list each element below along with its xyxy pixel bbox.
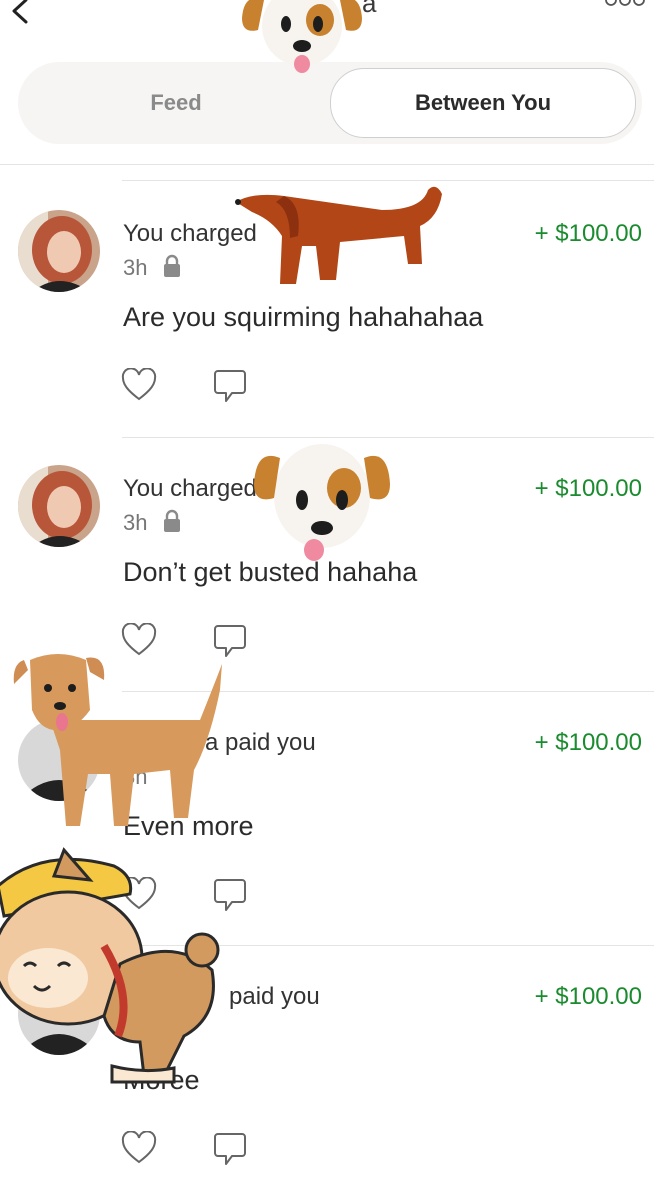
back-arrow-icon[interactable] — [6, 0, 36, 26]
page-title: a — [362, 0, 377, 18]
item-action: You charged — [123, 475, 257, 502]
tan-dog-sticker — [13, 654, 222, 826]
item-amount: + $100.00 — [534, 475, 642, 502]
avatar[interactable] — [18, 210, 100, 292]
avatar[interactable] — [18, 465, 100, 547]
lock-icon — [164, 254, 180, 277]
more-icon[interactable] — [604, 0, 646, 10]
item-time: 3h — [123, 255, 148, 280]
heart-icon[interactable] — [121, 368, 157, 402]
item-amount: + $100.00 — [534, 983, 642, 1010]
comment-icon[interactable] — [212, 368, 248, 404]
dachshund-sticker — [235, 186, 442, 284]
lock-icon — [164, 509, 180, 532]
item-note: Are you squirming hahahahaa — [123, 302, 484, 332]
cartoon-puppy-sticker — [0, 847, 220, 1084]
item-action: paid you — [229, 983, 320, 1010]
comment-icon[interactable] — [212, 1131, 248, 1167]
divider — [122, 437, 654, 438]
item-amount: + $100.00 — [534, 729, 642, 756]
heart-icon[interactable] — [121, 1131, 157, 1165]
dog-face-sticker — [242, 0, 362, 73]
divider — [0, 164, 654, 165]
tab-between-you[interactable]: Between You — [330, 68, 636, 138]
item-time: 3h — [123, 510, 148, 535]
dog-face-sticker — [254, 444, 390, 561]
item-amount: + $100.00 — [534, 220, 642, 247]
